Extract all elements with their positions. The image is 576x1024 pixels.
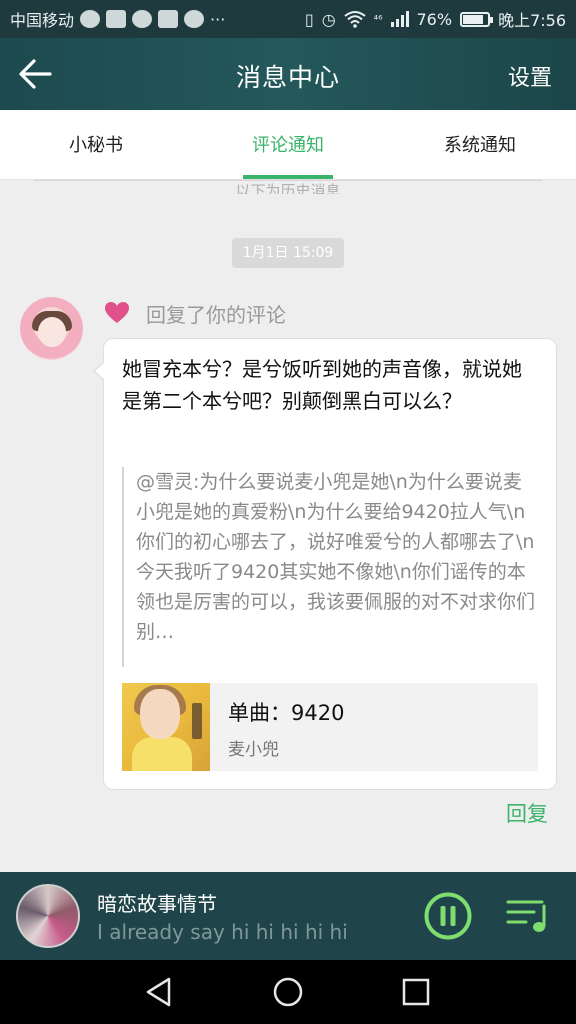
tab-system-notifications[interactable]: 系统通知 bbox=[384, 110, 576, 179]
avatar[interactable] bbox=[20, 297, 83, 360]
history-divider: 以下为历史消息 bbox=[34, 180, 542, 194]
carrier-name: 中国移动 bbox=[10, 11, 75, 30]
notification-app-icon bbox=[158, 10, 179, 28]
heart-icon bbox=[105, 302, 129, 323]
network-type: ⁴⁶ bbox=[373, 12, 383, 26]
song-cover-image bbox=[122, 683, 210, 771]
comment-text: 她冒充本兮？是兮饭听到她的声音像，就说她是第二个本兮吧？别颠倒黑白可以么？ bbox=[122, 357, 522, 413]
notification-app-icon bbox=[132, 10, 153, 28]
clock: 晚上7:56 bbox=[498, 11, 566, 30]
reply-button[interactable]: 回复 bbox=[506, 798, 548, 828]
app-header: 消息中心 设置 bbox=[0, 38, 576, 110]
wechat-icon bbox=[184, 10, 205, 28]
quoted-comment-text: @雪灵:为什么要说麦小兜是她\n为什么要说麦小兜是她的真爱粉\n为什么要给942… bbox=[136, 471, 536, 643]
settings-button[interactable]: 设置 bbox=[508, 60, 552, 92]
history-divider-label: 以下为历史消息 bbox=[221, 181, 355, 194]
battery-percent: 76% bbox=[416, 9, 453, 29]
playlist-icon[interactable] bbox=[506, 896, 550, 936]
nav-home-icon[interactable] bbox=[270, 974, 306, 1010]
signal-icon bbox=[390, 11, 409, 27]
system-nav-bar bbox=[0, 960, 576, 1024]
tab-bar: 小秘书 评论通知 系统通知 bbox=[0, 110, 576, 180]
nav-back-icon[interactable] bbox=[141, 974, 177, 1010]
tab-comment-notifications[interactable]: 评论通知 bbox=[192, 110, 384, 179]
notification-app-icon bbox=[106, 10, 127, 28]
avatar-face bbox=[38, 317, 66, 347]
cover-figure-face bbox=[140, 689, 180, 739]
notification-app-icon bbox=[80, 10, 101, 28]
page-title: 消息中心 bbox=[235, 63, 340, 92]
player-song-title: 暗恋故事情节 bbox=[97, 892, 217, 916]
status-bar: 中国移动 ··· ▯ ◷ ⁴⁶ 76% 晚上7:56 bbox=[0, 0, 576, 38]
more-notifications-icon: ··· bbox=[210, 9, 226, 29]
wifi-icon bbox=[344, 11, 366, 28]
quoted-comment: @雪灵:为什么要说麦小兜是她\n为什么要说麦小兜是她的真爱粉\n为什么要给942… bbox=[122, 467, 540, 667]
timestamp-badge: 1月1日 15:09 bbox=[232, 238, 344, 268]
song-title: 单曲：9420 bbox=[228, 701, 345, 725]
song-artist: 麦小兜 bbox=[228, 740, 279, 760]
battery-icon bbox=[460, 11, 494, 27]
notification-action: 回复了你的评论 bbox=[146, 303, 286, 327]
pause-icon[interactable] bbox=[424, 892, 472, 940]
tab-secretary[interactable]: 小秘书 bbox=[0, 110, 192, 179]
song-card[interactable]: 单曲：9420 麦小兜 bbox=[122, 683, 538, 771]
cover-figure-body bbox=[132, 737, 192, 771]
player-lyric: I already say hi hi hi hi hi bbox=[97, 920, 348, 944]
mini-player[interactable]: 暗恋故事情节 I already say hi hi hi hi hi bbox=[0, 872, 576, 960]
comment-card[interactable]: 她冒充本兮？是兮饭听到她的声音像，就说她是第二个本兮吧？别颠倒黑白可以么？ @雪… bbox=[93, 338, 557, 790]
alarm-icon: ◷ bbox=[321, 9, 336, 29]
player-album-art[interactable] bbox=[16, 884, 80, 948]
cover-title-mark bbox=[192, 703, 202, 739]
nav-recents-icon[interactable] bbox=[398, 974, 434, 1010]
vibrate-icon: ▯ bbox=[304, 9, 314, 29]
